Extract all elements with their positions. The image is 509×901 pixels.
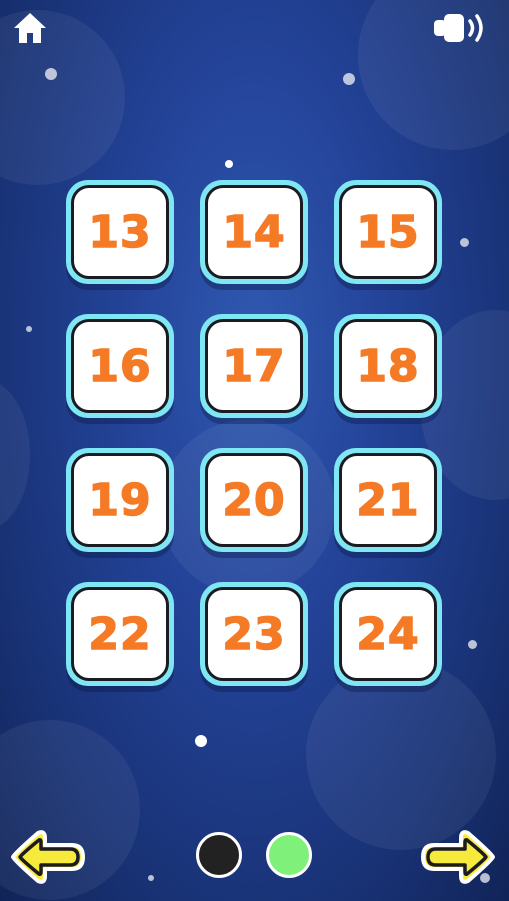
tile-face: 16 xyxy=(71,319,169,413)
tile-face: 17 xyxy=(205,319,303,413)
page-dot-1[interactable] xyxy=(196,832,242,878)
star-dot xyxy=(195,735,207,747)
tile-face: 20 xyxy=(205,453,303,547)
arrow-left-icon xyxy=(11,830,85,884)
level-number: 18 xyxy=(356,340,420,393)
home-button[interactable] xyxy=(12,10,48,46)
page-dot-2-active[interactable] xyxy=(266,832,312,878)
level-number: 19 xyxy=(88,474,152,527)
tile-face: 24 xyxy=(339,587,437,681)
speaker-on-icon xyxy=(434,14,483,42)
star-dot xyxy=(460,238,469,247)
next-page-button[interactable] xyxy=(418,828,498,886)
level-tile-22[interactable]: 22 xyxy=(66,582,174,688)
level-number: 21 xyxy=(356,474,420,527)
level-select-screen: 13 14 15 16 17 18 19 20 21 22 23 24 xyxy=(0,0,509,901)
level-tile-17[interactable]: 17 xyxy=(200,314,308,420)
star-dot xyxy=(45,68,57,80)
tile-face: 18 xyxy=(339,319,437,413)
level-number: 22 xyxy=(88,608,152,661)
home-icon xyxy=(14,13,46,43)
level-tile-16[interactable]: 16 xyxy=(66,314,174,420)
level-number: 23 xyxy=(222,608,286,661)
level-grid: 13 14 15 16 17 18 19 20 21 22 23 24 xyxy=(66,180,442,688)
star-dot xyxy=(343,73,355,85)
level-number: 16 xyxy=(88,340,152,393)
star-dot xyxy=(148,875,154,881)
star-dot xyxy=(26,326,32,332)
level-tile-18[interactable]: 18 xyxy=(334,314,442,420)
level-number: 14 xyxy=(222,206,286,259)
level-tile-20[interactable]: 20 xyxy=(200,448,308,554)
tile-face: 14 xyxy=(205,185,303,279)
level-tile-15[interactable]: 15 xyxy=(334,180,442,286)
level-tile-14[interactable]: 14 xyxy=(200,180,308,286)
level-number: 24 xyxy=(356,608,420,661)
level-number: 13 xyxy=(88,206,152,259)
arrow-right-icon xyxy=(421,830,495,884)
background-bubble xyxy=(0,380,30,530)
sound-button[interactable] xyxy=(432,10,492,46)
tile-face: 13 xyxy=(71,185,169,279)
prev-page-button[interactable] xyxy=(8,828,88,886)
tile-face: 23 xyxy=(205,587,303,681)
tile-face: 15 xyxy=(339,185,437,279)
tile-face: 22 xyxy=(71,587,169,681)
page-indicator xyxy=(196,832,312,884)
star-dot xyxy=(468,640,477,649)
tile-face: 19 xyxy=(71,453,169,547)
level-number: 17 xyxy=(222,340,286,393)
level-tile-19[interactable]: 19 xyxy=(66,448,174,554)
level-tile-23[interactable]: 23 xyxy=(200,582,308,688)
level-tile-13[interactable]: 13 xyxy=(66,180,174,286)
star-dot xyxy=(225,160,233,168)
tile-face: 21 xyxy=(339,453,437,547)
level-tile-24[interactable]: 24 xyxy=(334,582,442,688)
level-number: 15 xyxy=(356,206,420,259)
level-number: 20 xyxy=(222,474,286,527)
background-bubble xyxy=(306,660,496,850)
level-tile-21[interactable]: 21 xyxy=(334,448,442,554)
